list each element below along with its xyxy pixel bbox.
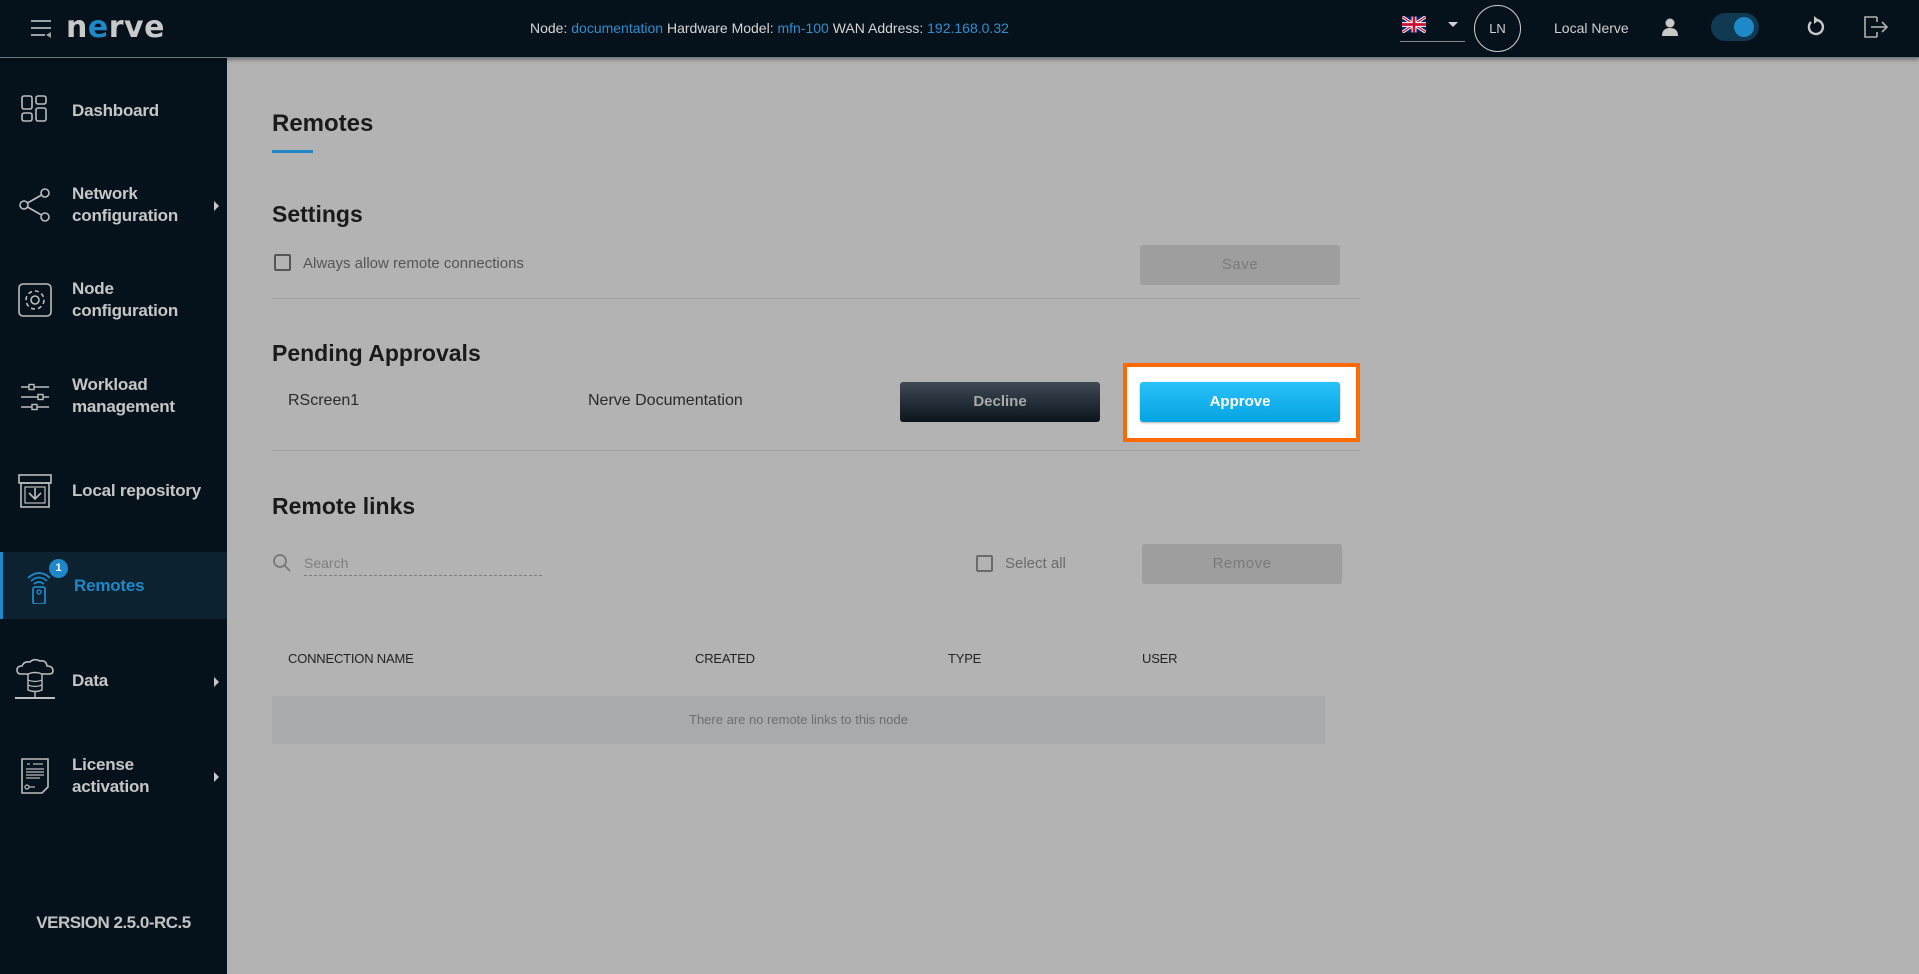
node-value: documentation <box>571 20 664 36</box>
hardware-value: mfn-100 <box>777 20 829 36</box>
label-line: configuration <box>72 206 178 225</box>
pending-user: Nerve Documentation <box>588 392 743 409</box>
sidebar-item-label: Node configuration <box>72 278 178 322</box>
wan-value: 192.168.0.32 <box>927 20 1009 36</box>
empty-table-message: There are no remote links to this node <box>272 696 1325 744</box>
sidebar-item-label: Remotes <box>74 575 145 595</box>
dashboard-icon <box>21 95 47 122</box>
sidebar-item-license-activation[interactable]: License activation <box>0 743 227 809</box>
sidebar-item-label: Network configuration <box>72 183 178 227</box>
sidebar-item-label: Workload management <box>72 374 175 418</box>
select-all-label: Select all <box>1005 555 1066 572</box>
sidebar-item-node-configuration[interactable]: Node configuration <box>0 267 227 333</box>
cloud-database-icon <box>15 658 55 699</box>
license-icon <box>21 758 49 794</box>
uk-flag-icon <box>1402 16 1426 33</box>
sidebar-item-label: Dashboard <box>72 101 159 120</box>
sidebar-item-workload-management[interactable]: Workload management <box>0 363 227 429</box>
sidebar-item-network-configuration[interactable]: Network configuration <box>0 172 227 238</box>
node-info: Node: documentation Hardware Model: mfn-… <box>530 20 1009 36</box>
sidebar-item-label: Data <box>72 671 109 690</box>
language-select[interactable] <box>1400 12 1465 42</box>
remote-links-title: Remote links <box>272 493 416 519</box>
top-bar: nerve Node: documentation Hardware Model… <box>0 0 1919 58</box>
avatar[interactable]: LN <box>1474 5 1521 52</box>
settings-title: Settings <box>272 201 363 227</box>
repository-icon <box>18 474 52 508</box>
label-line: Network <box>72 184 138 203</box>
decline-button[interactable]: Decline <box>900 382 1100 422</box>
logo-text: n <box>66 10 88 45</box>
column-header-connection-name[interactable]: CONNECTION NAME <box>288 651 414 666</box>
approve-button[interactable]: Approve <box>1140 382 1340 422</box>
gear-icon <box>18 283 52 317</box>
select-all-checkbox[interactable] <box>976 555 993 572</box>
sidebar-item-remotes[interactable]: 1 Remotes <box>0 552 227 619</box>
hardware-label: Hardware Model: <box>666 20 774 36</box>
mode-toggle[interactable] <box>1711 13 1759 41</box>
sidebar-item-local-repository[interactable]: Local repository <box>0 458 227 524</box>
nerve-logo[interactable]: nerve <box>66 10 165 45</box>
logout-icon[interactable] <box>1863 15 1889 39</box>
label-line: License <box>72 755 134 774</box>
always-allow-checkbox[interactable] <box>274 254 291 271</box>
notification-badge: 1 <box>49 559 68 578</box>
chevron-right-icon <box>214 772 219 782</box>
chevron-down-icon <box>1448 22 1458 27</box>
label-line: Workload <box>72 375 148 394</box>
divider <box>272 298 1360 299</box>
pending-connection-name: RScreen1 <box>288 392 360 409</box>
sidebar-item-label: License activation <box>72 754 150 798</box>
logo-text: rve <box>108 10 165 45</box>
main-content: Remotes Settings Always allow remote con… <box>227 58 1919 974</box>
share-network-icon <box>19 188 50 222</box>
wan-label: WAN Address: <box>832 20 924 36</box>
menu-collapse-icon[interactable] <box>30 18 52 38</box>
toggle-knob <box>1734 17 1754 37</box>
sidebar-item-dashboard[interactable]: Dashboard <box>0 78 227 144</box>
label-line: activation <box>72 777 150 796</box>
username: Local Nerve <box>1554 20 1629 36</box>
pending-approvals-title: Pending Approvals <box>272 340 481 366</box>
chevron-right-icon <box>214 201 219 211</box>
version-label: VERSION 2.5.0-RC.5 <box>36 913 191 932</box>
user-icon[interactable] <box>1660 17 1680 37</box>
logo-accent: e <box>87 10 109 45</box>
label-line: Node <box>72 279 114 298</box>
label-line: configuration <box>72 301 178 320</box>
label-line: management <box>72 397 175 416</box>
search-input[interactable] <box>304 550 542 576</box>
title-underline <box>272 150 313 153</box>
search-icon <box>273 554 291 572</box>
node-label: Node: <box>530 20 568 36</box>
column-header-created[interactable]: CREATED <box>695 651 755 666</box>
refresh-icon[interactable] <box>1805 16 1827 38</box>
chevron-right-icon <box>214 677 219 687</box>
column-header-user[interactable]: USER <box>1142 651 1178 666</box>
remove-button[interactable]: Remove <box>1142 544 1342 584</box>
sidebar: Dashboard Network configuration Node confi… <box>0 58 227 974</box>
divider <box>272 450 1360 451</box>
save-button[interactable]: Save <box>1140 245 1340 285</box>
sidebar-item-data[interactable]: Data <box>0 648 227 714</box>
always-allow-label: Always allow remote connections <box>303 255 524 272</box>
page-title: Remotes <box>272 110 374 137</box>
sliders-icon <box>21 383 49 411</box>
column-header-type[interactable]: TYPE <box>948 651 981 666</box>
sidebar-item-label: Local repository <box>72 481 202 500</box>
